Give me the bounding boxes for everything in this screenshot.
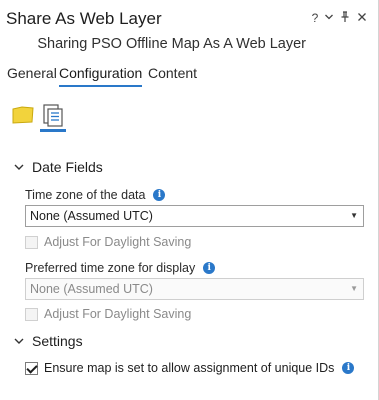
preferred-tz-label: Preferred time zone for display: [25, 261, 196, 275]
share-as-web-layer-pane: Share As Web Layer ? Sharing PSO Offline…: [0, 0, 379, 400]
preferred-tz-select[interactable]: None (Assumed UTC) ▼: [25, 278, 364, 300]
configuration-properties-button[interactable]: [39, 103, 67, 132]
pane-subtitle: Sharing PSO Offline Map As A Web Layer: [37, 36, 306, 52]
info-icon[interactable]: i: [342, 362, 355, 374]
pin-icon[interactable]: [338, 11, 352, 26]
layers-button[interactable]: [10, 103, 38, 129]
dst-checkbox-row-2: Adjust For Daylight Saving: [25, 307, 191, 321]
close-icon[interactable]: [355, 11, 369, 25]
unique-ids-row: Ensure map is set to allow assignment of…: [25, 361, 355, 375]
dst-checkbox-2[interactable]: [25, 307, 38, 321]
title-bar: Share As Web Layer ?: [0, 0, 379, 34]
tab-strip: General Configuration Content: [0, 63, 379, 87]
tab-general[interactable]: General: [7, 65, 57, 81]
time-zone-value: None (Assumed UTC): [30, 209, 153, 223]
chevron-down-icon: [14, 338, 24, 344]
dst-checkbox-1[interactable]: [25, 235, 38, 249]
feature-layer-icon: [12, 106, 34, 124]
settings-title: Settings: [32, 333, 83, 349]
settings-header[interactable]: Settings: [14, 333, 83, 349]
time-zone-select[interactable]: None (Assumed UTC) ▼: [25, 205, 364, 227]
dst-label-1: Adjust For Daylight Saving: [44, 235, 192, 249]
dropdown-arrow-icon: ▼: [350, 284, 358, 293]
chevron-down-icon: [14, 164, 24, 170]
info-icon[interactable]: i: [153, 189, 166, 201]
date-fields-title: Date Fields: [32, 159, 103, 175]
time-zone-label-row: Time zone of the data i: [25, 188, 166, 202]
time-zone-label: Time zone of the data: [25, 188, 146, 202]
dst-label-2: Adjust For Daylight Saving: [44, 307, 192, 321]
options-menu-icon[interactable]: [322, 11, 336, 25]
dropdown-arrow-icon: ▼: [350, 211, 358, 220]
tab-content[interactable]: Content: [148, 65, 197, 81]
preferred-tz-label-row: Preferred time zone for display i: [25, 261, 216, 275]
info-icon[interactable]: i: [203, 262, 216, 274]
dst-checkbox-row-1: Adjust For Daylight Saving: [25, 235, 191, 249]
properties-icon: [43, 104, 63, 127]
pane-title: Share As Web Layer: [6, 9, 162, 28]
help-button[interactable]: ?: [308, 11, 322, 25]
date-fields-header[interactable]: Date Fields: [14, 159, 103, 175]
unique-ids-label: Ensure map is set to allow assignment of…: [44, 361, 335, 375]
unique-ids-checkbox[interactable]: [25, 361, 38, 375]
tab-configuration[interactable]: Configuration: [59, 65, 143, 87]
preferred-tz-value: None (Assumed UTC): [30, 282, 153, 296]
